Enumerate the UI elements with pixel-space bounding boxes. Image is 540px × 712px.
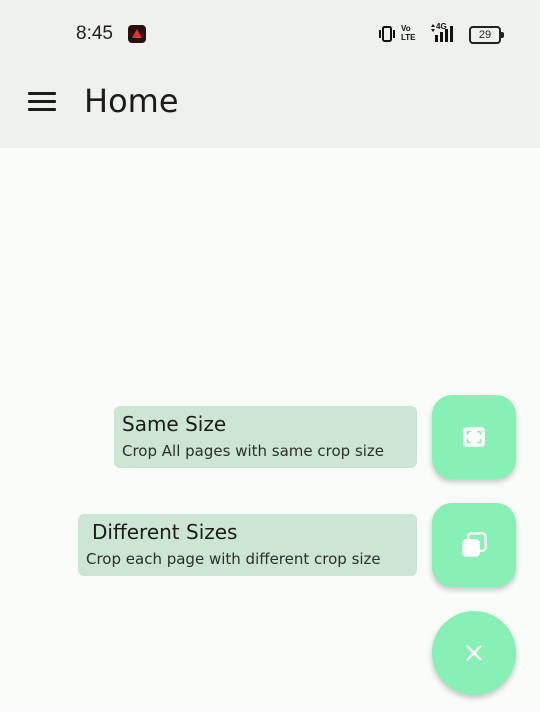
same-size-label[interactable]: Same Size Crop All pages with same crop …	[114, 406, 417, 468]
status-time: 8:45	[76, 23, 113, 44]
same-size-button[interactable]	[432, 395, 516, 479]
different-sizes-label[interactable]: Different Sizes Crop each page with diff…	[78, 514, 417, 576]
volte-bottom-label: LTE	[401, 33, 416, 42]
fullscreen-crop-icon	[463, 427, 485, 447]
same-size-title: Same Size	[122, 412, 227, 436]
stacked-pages-icon	[462, 532, 487, 557]
vibrate-icon	[379, 26, 395, 42]
battery-icon: 29	[469, 26, 504, 44]
app-notification-icon	[128, 25, 146, 43]
app-bar: Home	[0, 68, 540, 148]
volte-icon: Vo LTE	[401, 24, 425, 44]
close-fab-button[interactable]	[432, 611, 516, 695]
menu-icon[interactable]	[28, 90, 56, 114]
close-icon	[466, 645, 482, 661]
different-sizes-title: Different Sizes	[92, 520, 238, 544]
different-sizes-button[interactable]	[432, 503, 516, 587]
volte-top-label: Vo	[401, 24, 411, 33]
status-bar: 8:45 Vo LTE 4G 29	[0, 0, 540, 68]
signal-icon: 4G	[431, 22, 453, 42]
page-title: Home	[84, 82, 179, 120]
same-size-subtitle: Crop All pages with same crop size	[122, 442, 385, 460]
different-sizes-subtitle: Crop each page with different crop size	[86, 550, 381, 568]
